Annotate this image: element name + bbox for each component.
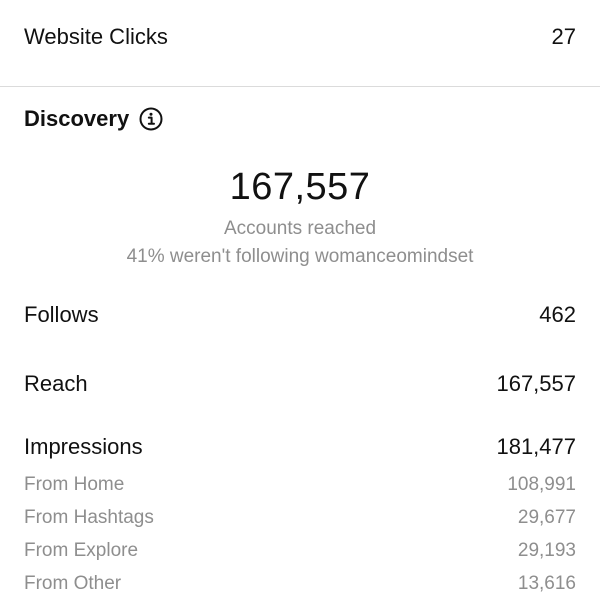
- follows-label: Follows: [24, 302, 99, 327]
- follows-value: 462: [539, 302, 576, 327]
- not-following-note: 41% weren't following womanceomindset: [126, 246, 474, 267]
- impression-source-value: 13,616: [517, 573, 576, 594]
- impression-source-label: From Home: [24, 474, 125, 495]
- website-clicks-label: Website Clicks: [24, 24, 168, 49]
- impressions-row[interactable]: Impressions 181,477: [24, 434, 576, 460]
- accounts-reached-value: 167,557: [229, 166, 371, 208]
- website-clicks-value: 27: [551, 24, 576, 49]
- impression-source-row: From Home 108,991: [24, 474, 576, 496]
- follows-row[interactable]: Follows 462: [24, 302, 576, 328]
- website-clicks-row[interactable]: Website Clicks 27: [24, 24, 576, 50]
- info-icon[interactable]: [139, 107, 163, 131]
- impression-source-label: From Other: [24, 573, 122, 594]
- reach-label: Reach: [24, 371, 88, 396]
- reach-value: 167,557: [496, 371, 576, 396]
- impressions-value: 181,477: [496, 434, 576, 459]
- impression-source-row: From Explore 29,193: [24, 540, 576, 562]
- impression-source-value: 108,991: [507, 474, 576, 495]
- section-divider: [0, 86, 600, 87]
- impression-source-value: 29,677: [517, 507, 576, 528]
- impression-source-label: From Hashtags: [24, 507, 154, 528]
- impression-source-label: From Explore: [24, 540, 139, 561]
- discovery-title: Discovery: [24, 106, 130, 131]
- impression-source-value: 29,193: [517, 540, 576, 561]
- impression-source-row: From Hashtags 29,677: [24, 507, 576, 529]
- discovery-header: Discovery: [24, 106, 163, 132]
- impressions-label: Impressions: [24, 434, 143, 459]
- impression-source-row: From Other 13,616: [24, 573, 576, 595]
- accounts-reached-label: Accounts reached: [223, 218, 377, 239]
- reach-row[interactable]: Reach 167,557: [24, 371, 576, 397]
